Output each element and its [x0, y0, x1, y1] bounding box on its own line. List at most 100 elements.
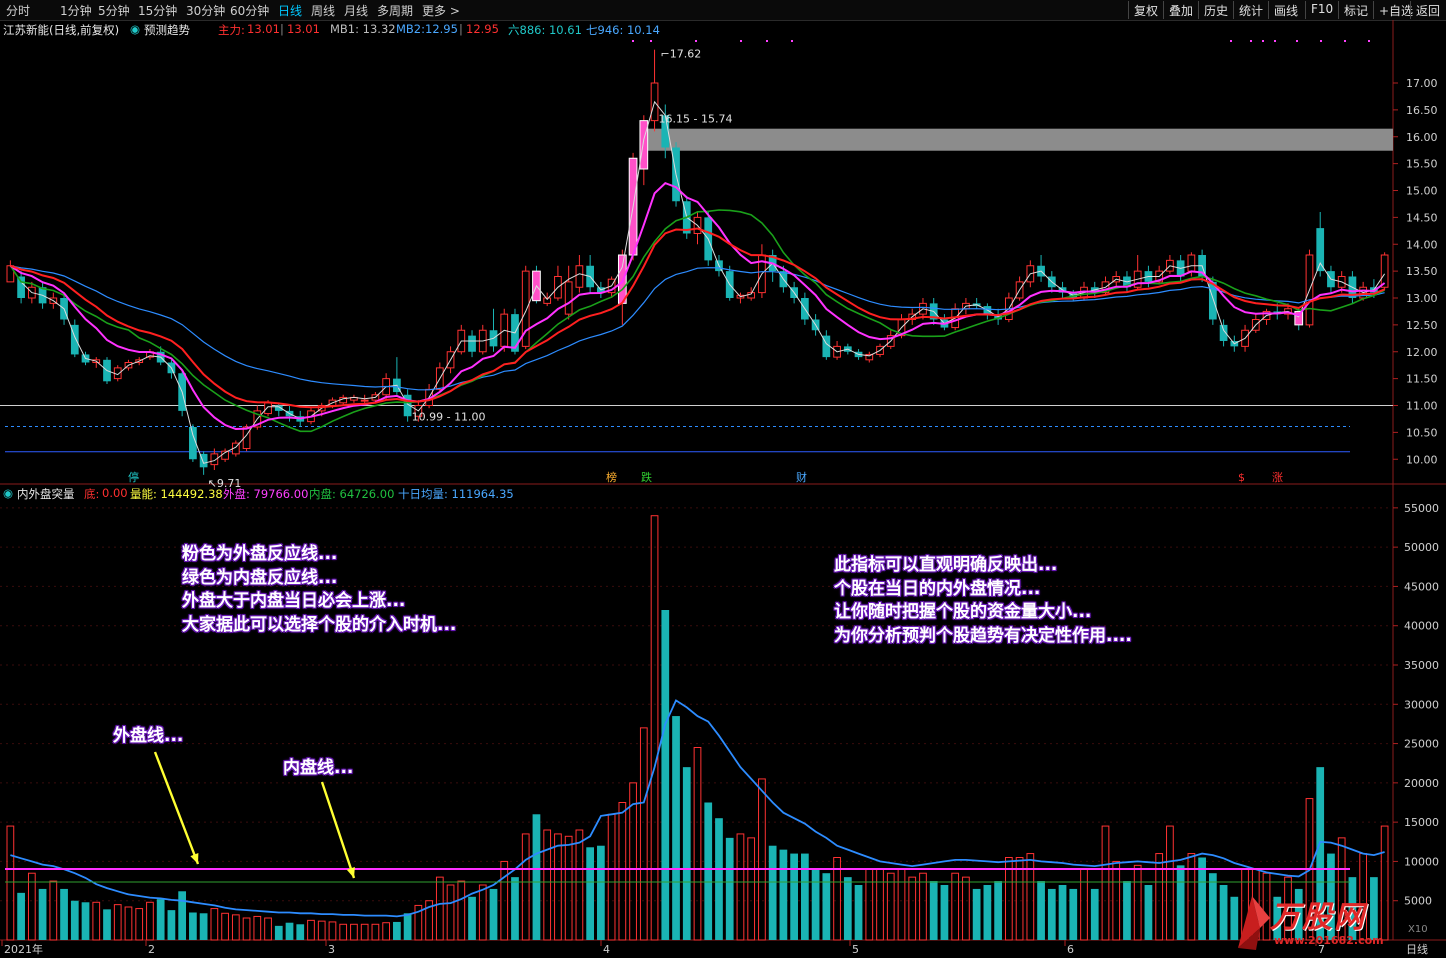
- volume-bar-45: [489, 888, 498, 940]
- callout-left-line-2: 绿色为内盘反应线...: [182, 567, 338, 588]
- volume-bar-50: [543, 829, 552, 941]
- price-tick-label-8: 13.00: [1406, 292, 1438, 305]
- volume-bar-76: [822, 873, 831, 940]
- candle-body-120: [1294, 310, 1304, 326]
- volume-tick-label-9: 10000: [1404, 855, 1439, 868]
- volume-bar-43: [468, 896, 476, 940]
- volume-bar-11: [124, 906, 133, 941]
- event-marker-5: 涨: [1272, 471, 1283, 484]
- callout-left-line-1: 粉色为外盘反应线...: [182, 544, 338, 564]
- watermark: 万股网 www.201682.com X10: [1230, 888, 1428, 952]
- volume-bar-64: [693, 747, 702, 941]
- volume-bar-73: [790, 853, 798, 940]
- kline-chart[interactable]: 17.00 16.50 16.00 15.50 15.00 14.50 14.00 13.50…: [0, 0, 1446, 958]
- price-tick-label-6: 14.00: [1406, 238, 1438, 251]
- high-price-label: ⌐17.62: [661, 48, 702, 61]
- volume-bar-49: [532, 814, 541, 940]
- volume-bar-79: [854, 885, 863, 940]
- volume-bar-61: [661, 610, 670, 940]
- candle-body-110: [1187, 254, 1196, 272]
- volume-bar-74: [800, 853, 809, 940]
- event-marker-4: $: [1238, 471, 1245, 484]
- volume-bar-7: [81, 902, 90, 940]
- volume-bar-10: [113, 904, 122, 941]
- callout-right-line-2: 个股在当日的内外盘情况...: [834, 578, 1041, 599]
- price-tick-label-0: 17.00: [1406, 77, 1438, 90]
- price-tick-label-13: 10.50: [1406, 426, 1438, 439]
- low-zone-price-label: 10.99 - 11.00: [412, 411, 486, 424]
- volume-bar-44: [478, 884, 487, 941]
- volume-bar-36: [393, 921, 401, 940]
- volume-bar-91: [983, 885, 992, 940]
- pressure-zone: [640, 128, 1393, 151]
- top-dot-13: [1368, 40, 1370, 42]
- volume-bar-27: [296, 924, 305, 940]
- volume-bar-16: [178, 891, 187, 940]
- callout-left: 粉色为外盘反应线... 绿色为内盘反应线... 外盘大于内盘当日必会上涨... …: [182, 543, 456, 637]
- volume-bar-21: [231, 914, 240, 941]
- volume-bar-66: [715, 818, 723, 940]
- candle-body-128: [1380, 254, 1389, 288]
- event-marker-3: 财: [796, 470, 807, 484]
- price-tick-label-5: 14.50: [1406, 211, 1438, 224]
- callout-right-line-4: 为你分析预判个股趋势有决定性作用....: [834, 625, 1132, 646]
- volume-bar-54: [586, 847, 595, 940]
- callout-right-line-1: 此指标可以直观明确反映出...: [834, 555, 1058, 575]
- volume-bar-33: [360, 923, 369, 941]
- volume-bar-82: [886, 872, 895, 941]
- candle-body-53: [575, 265, 584, 288]
- volume-bar-70: [758, 778, 766, 941]
- volume-bar-86: [929, 881, 938, 940]
- volume-bar-53: [575, 829, 584, 941]
- volume-bar-83: [897, 868, 906, 941]
- volume-bar-52: [564, 835, 573, 941]
- volume-bar-37: [403, 913, 412, 940]
- top-dot-7: [1250, 40, 1252, 42]
- x-tick-label-2: 3: [328, 943, 335, 956]
- volume-bar-84: [908, 876, 917, 941]
- candle-body-57: [617, 254, 627, 304]
- ma-blue-line: [10, 265, 1385, 391]
- event-marker-2: 跌: [641, 470, 652, 484]
- volume-bar-81: [876, 868, 884, 941]
- price-tick-label-12: 11.00: [1406, 400, 1438, 413]
- event-marker-0: 停: [128, 470, 139, 484]
- volume-bar-2: [27, 872, 36, 941]
- volume-bar-78: [843, 877, 852, 940]
- volume-bar-28: [307, 919, 315, 941]
- volume-bar-67: [725, 837, 734, 940]
- volume-bar-106: [1144, 885, 1153, 940]
- top-dot-8: [1262, 40, 1264, 42]
- volume-bar-26: [285, 922, 294, 940]
- volume-tick-label-0: 55000: [1404, 502, 1439, 515]
- candle-body-24: [264, 402, 272, 415]
- top-dot-6: [1230, 40, 1232, 42]
- volume-bar-95: [1026, 853, 1035, 941]
- ma-red-line: [10, 227, 1385, 409]
- volume-bar-108: [1166, 825, 1174, 941]
- volume-bar-20: [221, 912, 229, 941]
- x-tick-label-0: 2021年: [4, 942, 43, 956]
- x-tick-label-5: 6: [1067, 943, 1074, 956]
- volume-bar-87: [940, 885, 949, 940]
- volume-bar-24: [264, 917, 272, 941]
- volume-bar-19: [210, 908, 219, 941]
- volume-bar-34: [371, 923, 380, 941]
- volume-bar-42: [457, 880, 466, 941]
- volume-bar-97: [1047, 888, 1056, 940]
- candle-body-43: [468, 335, 476, 352]
- volume-bar-57: [618, 802, 627, 941]
- volume-bar-29: [317, 920, 326, 941]
- volume-tick-label-4: 35000: [1404, 659, 1439, 672]
- top-dot-10: [1296, 40, 1298, 42]
- volume-bar-107: [1155, 853, 1164, 941]
- top-dot-0: [632, 40, 634, 42]
- price-tick-label-3: 15.50: [1406, 158, 1438, 171]
- volume-bar-15: [167, 910, 176, 940]
- price-tick-label-2: 16.00: [1406, 131, 1438, 144]
- zone-price-label: 16.15 - 15.74: [659, 113, 733, 126]
- watermark-tag: X10: [1408, 924, 1428, 935]
- top-dot-12: [1344, 40, 1346, 42]
- price-tick-label-14: 10.00: [1406, 453, 1438, 466]
- volume-bar-47: [511, 877, 519, 940]
